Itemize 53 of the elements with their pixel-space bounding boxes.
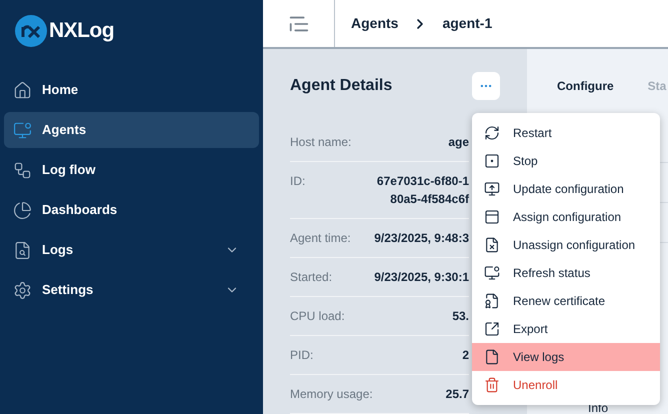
detail-label: ID: (290, 173, 306, 190)
panel-title: Agent Details (290, 76, 392, 96)
detail-value: age (448, 134, 469, 151)
detail-label: Host name: (290, 134, 352, 151)
nav-item[interactable]: Agents (4, 112, 259, 148)
detail-label: Memory usage: (290, 386, 374, 403)
settings-icon (13, 280, 32, 300)
detail-value: 25.7 (446, 386, 469, 403)
menu-item[interactable]: Assign configuration (472, 203, 660, 231)
nav-item[interactable]: Logs (4, 232, 259, 268)
file-search-icon (13, 240, 32, 260)
monitor-icon (13, 120, 32, 140)
detail-value: 9/23/2025, 9:48:3 (374, 230, 469, 247)
nav-item[interactable]: Settings (4, 272, 259, 308)
menu-item[interactable]: Update configuration (472, 175, 660, 203)
tab[interactable]: Configure (557, 77, 614, 95)
detail-value: 2 (462, 347, 469, 364)
menu-item[interactable]: Stop (472, 147, 660, 175)
breadcrumb-link[interactable]: Agents (351, 13, 398, 34)
detail-label: CPU load: (290, 308, 346, 325)
home-icon (13, 80, 32, 100)
menu-item[interactable]: Renew certificate (472, 287, 660, 315)
detail-value: 80a5-4f584c6f (390, 191, 469, 208)
nav-item[interactable]: Dashboards (4, 192, 259, 228)
panel-icon (484, 209, 500, 225)
menu-item[interactable]: Refresh status (472, 259, 660, 287)
detail-value: 9/23/2025, 9:30:1 (374, 269, 469, 286)
detail-value: 53. (452, 308, 469, 325)
refresh-icon (484, 125, 500, 141)
trash-icon (484, 377, 500, 393)
file-icon (484, 349, 500, 365)
logo-icon (15, 15, 47, 47)
logo-text: NXLog (49, 18, 114, 44)
menu-item[interactable]: Unenroll (472, 371, 660, 399)
certificate-icon (484, 293, 500, 309)
flow-icon (13, 160, 32, 180)
detail-value: 67e7031c-6f80-1 (376, 173, 469, 190)
monitor-icon (484, 265, 500, 281)
detail-label: PID: (290, 347, 314, 364)
file-x-icon (484, 237, 500, 253)
detail-label: Started: (290, 269, 334, 286)
monitor-icon (484, 181, 500, 197)
menu-item[interactable]: Export (472, 315, 660, 343)
nav-item[interactable]: Log flow (4, 152, 259, 188)
export-icon (484, 321, 500, 337)
pie-chart-icon (13, 200, 32, 220)
menu-item[interactable]: Unassign configuration (472, 231, 660, 259)
menu-item[interactable]: Restart (472, 119, 660, 147)
breadcrumb-current: agent-1 (442, 14, 492, 33)
stop-icon (484, 153, 500, 169)
menu-item[interactable]: View logs (472, 343, 660, 371)
nav-item[interactable]: Home (4, 72, 259, 108)
detail-label: Agent time: (290, 230, 352, 247)
